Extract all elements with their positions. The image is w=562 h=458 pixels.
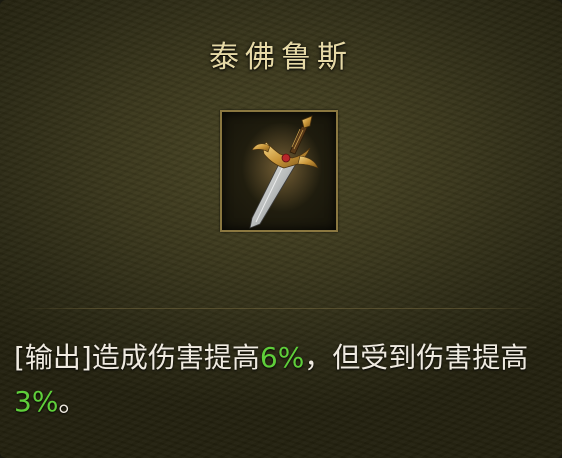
item-icon-frame[interactable]: [220, 110, 338, 232]
item-name: 泰佛鲁斯: [209, 40, 353, 75]
description-tag: [输出]: [14, 341, 92, 374]
damage-taken-value: 3%: [14, 385, 59, 418]
sword-icon: [242, 115, 322, 229]
divider: [18, 308, 544, 309]
item-description: [输出]造成伤害提高6%，但受到伤害提高 3%。: [14, 336, 544, 424]
description-text-2: ，但受到伤害提高: [304, 341, 529, 374]
item-tooltip-panel: 泰佛鲁斯 [输出]造成伤害提高6%，但受到伤害提高3%。: [0, 0, 562, 458]
description-text-3: 。: [58, 385, 87, 418]
damage-increase-value: 6%: [259, 341, 305, 374]
description-text-1: 造成伤害提高: [91, 341, 260, 374]
